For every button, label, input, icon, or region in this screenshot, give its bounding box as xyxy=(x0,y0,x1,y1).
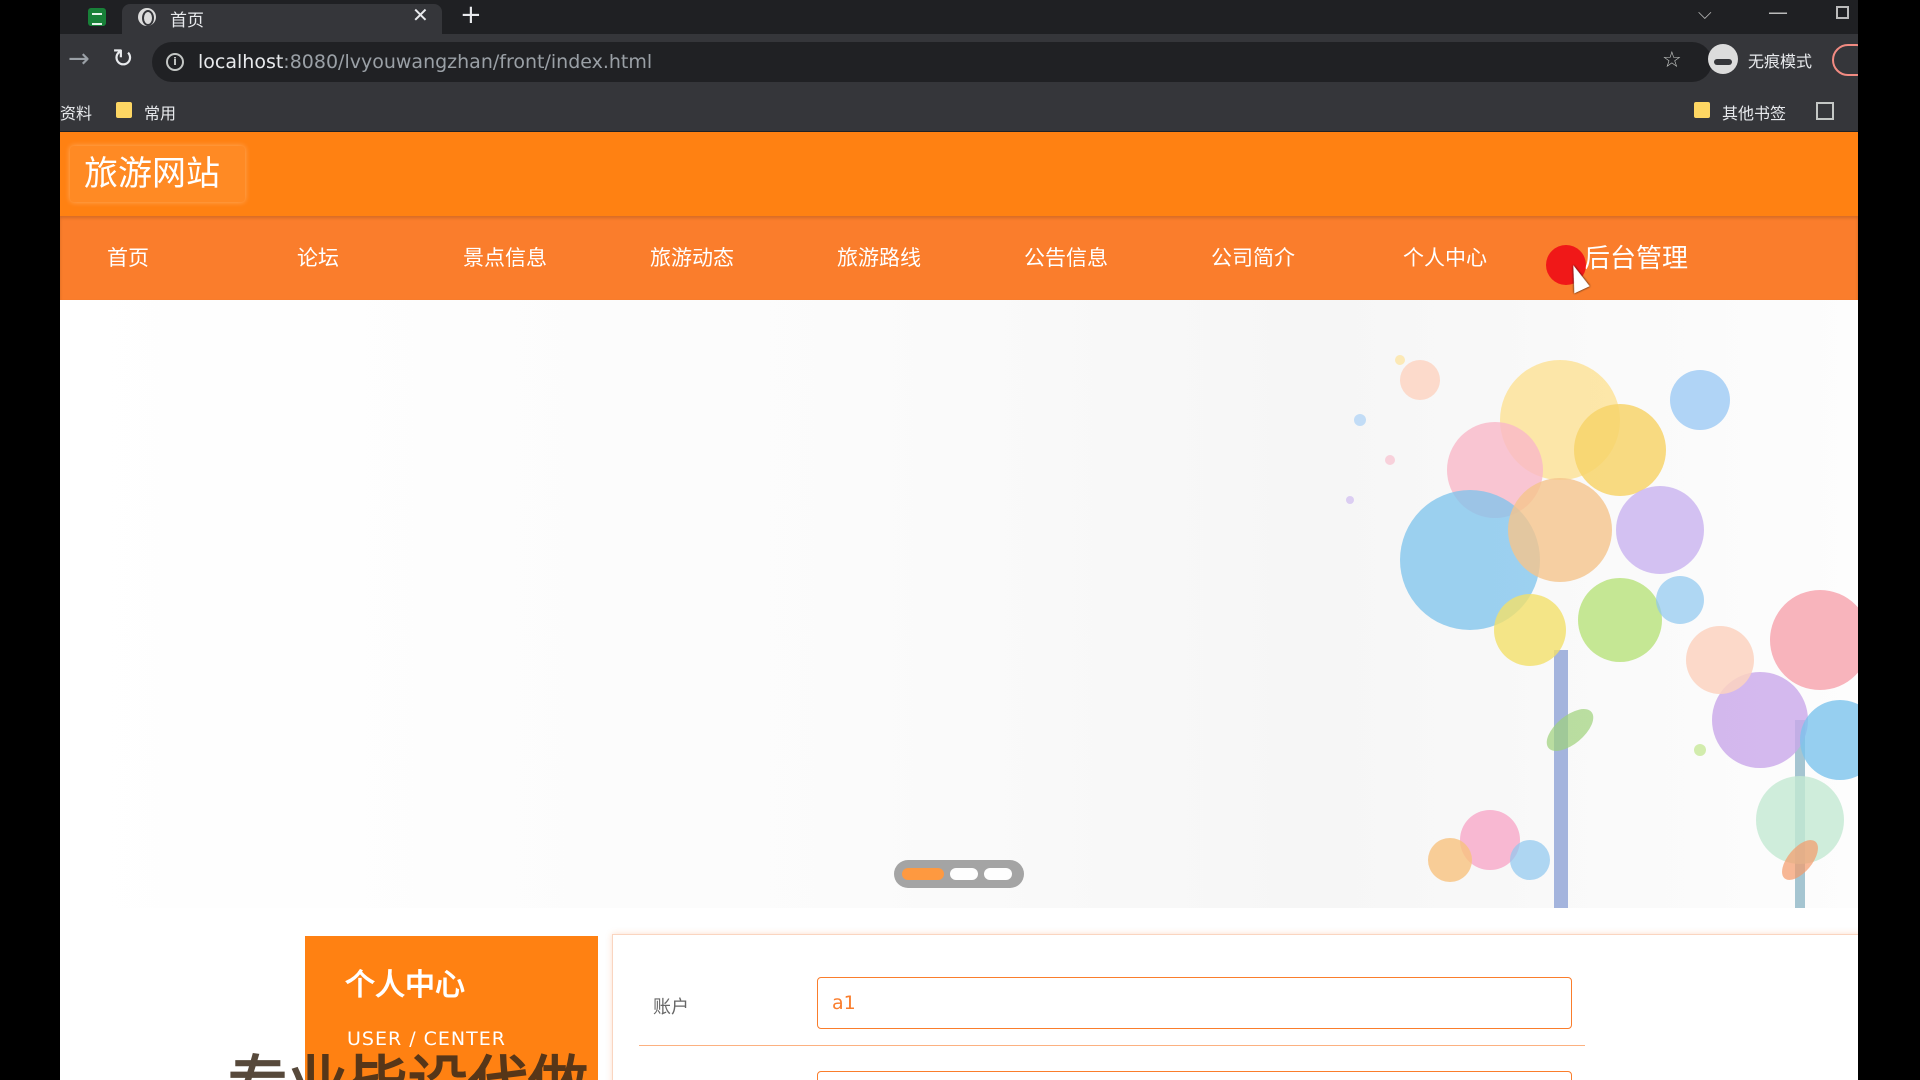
site-header: 旅游网站 xyxy=(60,132,1858,216)
account-label: 账户 xyxy=(653,997,689,1018)
globe-icon xyxy=(138,8,156,26)
tab-search-icon[interactable]: ⌵ xyxy=(1698,3,1712,24)
banner-carousel[interactable] xyxy=(60,300,1858,908)
bookmark-folder-common[interactable]: 常用 xyxy=(144,100,176,124)
profile-button[interactable] xyxy=(1832,44,1858,76)
site-info-icon[interactable]: i xyxy=(166,53,184,71)
nav-travel-news[interactable]: 旅游动态 xyxy=(650,242,734,272)
incognito-icon[interactable] xyxy=(1708,44,1738,74)
new-tab-icon[interactable]: + xyxy=(460,0,482,30)
carousel-indicators xyxy=(894,860,1024,888)
nav-company-intro[interactable]: 公司简介 xyxy=(1211,242,1295,272)
bookmark-star-icon[interactable]: ☆ xyxy=(1662,48,1682,73)
carousel-dot[interactable] xyxy=(950,868,978,880)
carousel-dot[interactable] xyxy=(902,868,944,880)
bookmark-item[interactable]: 资料 xyxy=(60,100,92,124)
url-path: :8080/lvyouwangzhan/front/index.html xyxy=(283,51,653,73)
minimize-icon[interactable]: — xyxy=(1768,0,1788,24)
address-bar[interactable]: i localhost:8080/lvyouwangzhan/front/ind… xyxy=(152,42,1712,82)
nav-user-center[interactable]: 个人中心 xyxy=(1403,242,1487,272)
folder-icon xyxy=(1694,102,1710,118)
sheets-tab-icon[interactable] xyxy=(88,8,106,26)
main-nav: 首页 论坛 景点信息 旅游动态 旅游路线 公告信息 公司简介 个人中心 后台管理 xyxy=(60,216,1858,300)
nav-announcements[interactable]: 公告信息 xyxy=(1024,242,1108,272)
tab-strip: 首页 ✕ + ⌵ — xyxy=(60,0,1858,34)
url-text[interactable]: localhost:8080/lvyouwangzhan/front/index… xyxy=(198,51,652,73)
account-form: 账户 xyxy=(612,934,1858,1080)
user-center-title: 个人中心 xyxy=(345,968,465,1003)
watermark-caption: 专业毕设代做 xyxy=(228,1036,588,1080)
forward-icon[interactable]: → xyxy=(68,44,90,74)
nav-attractions[interactable]: 景点信息 xyxy=(463,242,547,272)
other-bookmarks[interactable]: 其他书签 xyxy=(1722,100,1786,124)
incognito-label[interactable]: 无痕模式 xyxy=(1748,48,1812,72)
browser-window: 首页 ✕ + ⌵ — → ↻ i localhost:8080/lvyouwan… xyxy=(60,0,1858,1080)
tab-title[interactable]: 首页 xyxy=(170,6,204,31)
nav-forum[interactable]: 论坛 xyxy=(297,242,339,272)
bookmarks-bar: 资料 常用 其他书签 xyxy=(60,90,1858,132)
site-logo[interactable]: 旅游网站 xyxy=(70,146,245,202)
folder-icon xyxy=(116,102,132,118)
next-field-input[interactable] xyxy=(817,1071,1572,1080)
url-host: localhost xyxy=(198,51,284,73)
flower-illustration xyxy=(1346,355,1858,908)
carousel-dot[interactable] xyxy=(984,868,1012,880)
reload-icon[interactable]: ↻ xyxy=(112,44,134,74)
close-tab-icon[interactable]: ✕ xyxy=(412,3,429,27)
nav-home[interactable]: 首页 xyxy=(107,242,149,272)
account-input[interactable] xyxy=(817,977,1572,1029)
nav-admin[interactable]: 后台管理 xyxy=(1584,238,1688,275)
reading-list-icon[interactable] xyxy=(1816,102,1834,120)
restore-icon[interactable] xyxy=(1836,6,1849,19)
browser-toolbar: → ↻ i localhost:8080/lvyouwangzhan/front… xyxy=(60,34,1858,90)
nav-travel-routes[interactable]: 旅游路线 xyxy=(837,242,921,272)
field-divider xyxy=(639,1045,1585,1046)
